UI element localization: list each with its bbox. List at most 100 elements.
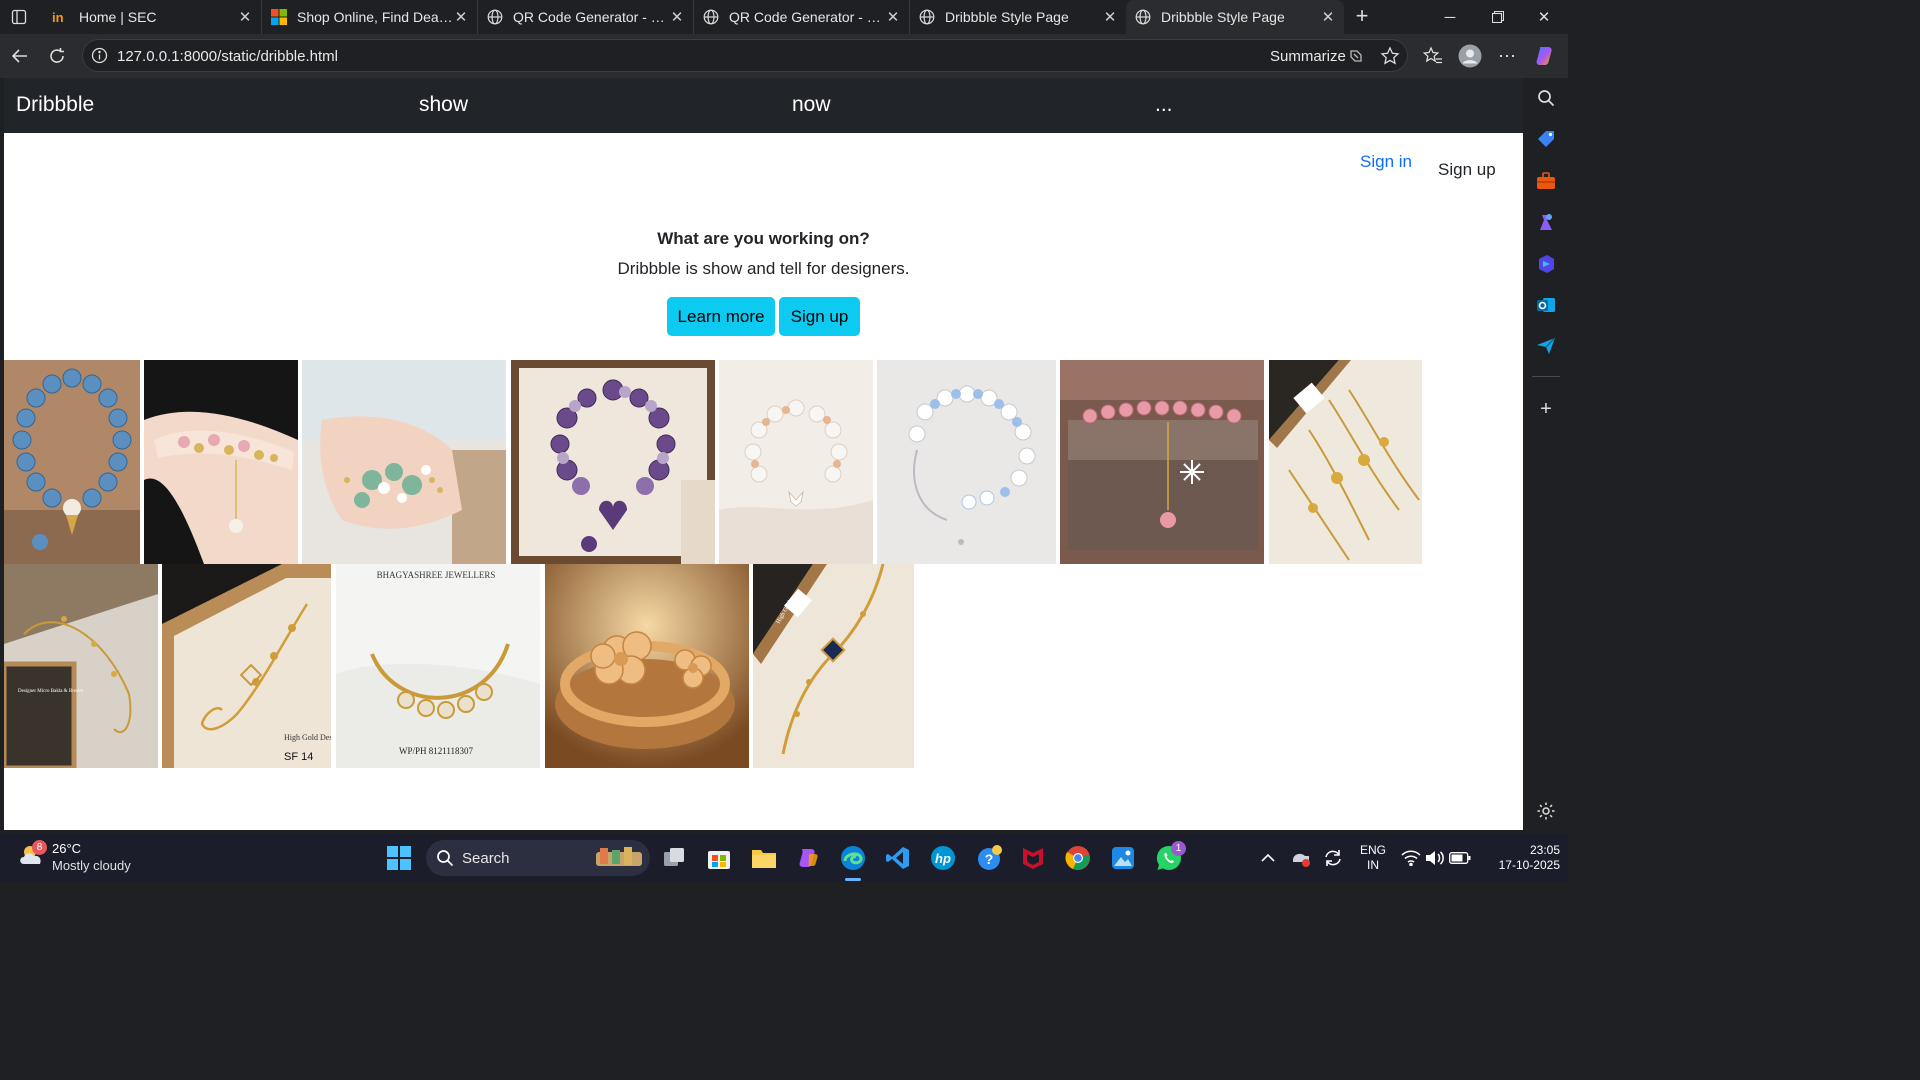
svg-text:Designer Micro Bakla & Breslet: Designer Micro Bakla & Breslet	[18, 689, 84, 694]
unstop-icon: in	[52, 8, 70, 26]
minimize-button[interactable]: ─	[1426, 0, 1474, 34]
chevron-up-icon[interactable]	[1253, 843, 1283, 873]
close-icon[interactable]: ✕	[237, 8, 253, 26]
svg-text:SF 14: SF 14	[284, 751, 313, 763]
tab-strip: in Home | SEC ✕ Shop Online, Find Deals,…	[0, 0, 1568, 34]
file-explorer-icon[interactable]	[749, 843, 779, 873]
gallery-image[interactable]	[545, 564, 749, 768]
microsoft-365-icon[interactable]	[1535, 253, 1557, 275]
photos-icon[interactable]	[1108, 843, 1138, 873]
gallery-image[interactable]: BHAGYASHREE JEWELLERS WP/PH 8121118307	[336, 564, 540, 768]
language-line2: IN	[1367, 858, 1379, 872]
vscode-icon[interactable]	[883, 843, 913, 873]
restore-button[interactable]	[1474, 0, 1522, 34]
mcafee-icon[interactable]	[1018, 843, 1048, 873]
chrome-icon[interactable]	[1063, 843, 1093, 873]
signup-link[interactable]: Sign up	[1438, 160, 1496, 180]
tab-shop-online[interactable]: Shop Online, Find Deals, and ✕	[262, 0, 478, 34]
gallery-image[interactable]: High Gold	[753, 564, 914, 768]
task-view-icon[interactable]	[660, 843, 690, 873]
gallery-image[interactable]	[877, 360, 1056, 564]
taskbar-search-box[interactable]: Search	[426, 840, 650, 876]
new-tab-button[interactable]: +	[1350, 5, 1374, 29]
reload-button[interactable]	[43, 42, 71, 70]
globe-icon	[918, 8, 936, 26]
games-icon[interactable]	[1535, 211, 1557, 233]
svg-text:High Gold Designer Breslet: High Gold Designer Breslet	[284, 733, 331, 742]
language-indicator[interactable]: ENG IN	[1357, 843, 1389, 873]
hero-signup-button[interactable]: Sign up	[779, 297, 860, 336]
edge-browser-icon[interactable]	[838, 843, 868, 873]
gallery-image[interactable]	[1060, 360, 1264, 564]
close-icon[interactable]: ✕	[1102, 8, 1118, 26]
gallery-image[interactable]	[511, 360, 715, 564]
settings-gear-icon[interactable]	[1535, 800, 1557, 822]
microsoft-store-icon[interactable]	[704, 843, 734, 873]
gallery-image[interactable]: High Gold Designer Breslet SF 14	[162, 564, 331, 768]
svg-text:WP/PH 8121118307: WP/PH 8121118307	[399, 746, 474, 756]
back-button[interactable]	[6, 42, 34, 70]
url-text[interactable]: 127.0.0.1:8000/static/dribble.html	[117, 48, 338, 65]
tab-title: Dribbble Style Page	[1161, 9, 1285, 25]
help-icon[interactable]: ?	[974, 843, 1004, 873]
tab-actions-icon[interactable]	[8, 7, 30, 27]
search-highlight-icon	[596, 846, 642, 875]
page-viewport: Dribbble show now ... Sign in Sign up Wh…	[4, 78, 1523, 830]
tab-dribbble-active[interactable]: Dribbble Style Page ✕	[1126, 0, 1344, 34]
copilot-app-icon[interactable]	[794, 843, 824, 873]
hero-title: What are you working on?	[657, 229, 870, 248]
close-icon[interactable]: ✕	[453, 8, 469, 26]
sync-tray-icon[interactable]	[1318, 843, 1348, 873]
gallery-image[interactable]	[4, 360, 140, 564]
gallery-image[interactable]	[144, 360, 298, 564]
add-sidebar-item-icon[interactable]: +	[1535, 398, 1557, 420]
tab-qr-generator-2[interactable]: QR Code Generator - SEC ✕	[694, 0, 910, 34]
nav-item-now[interactable]: now	[792, 93, 831, 117]
tab-dribbble-1[interactable]: Dribbble Style Page ✕	[910, 0, 1126, 34]
shopping-tag-icon[interactable]	[1535, 128, 1557, 150]
nav-item-more[interactable]: ...	[1155, 93, 1173, 117]
search-icon[interactable]	[1535, 87, 1557, 109]
gallery-image[interactable]: Designer Micro Bakla & Breslet	[4, 564, 158, 768]
microsoft-icon	[270, 8, 288, 26]
gallery-image[interactable]	[302, 360, 506, 564]
weather-temperature[interactable]: 26°C	[52, 841, 81, 856]
more-options-icon[interactable]: ⋯	[1494, 43, 1520, 69]
learn-more-button[interactable]: Learn more	[667, 297, 775, 336]
address-bar[interactable]: 127.0.0.1:8000/static/dribble.html Summa…	[82, 39, 1408, 72]
battery-icon[interactable]	[1445, 843, 1475, 873]
outlook-icon[interactable]	[1535, 294, 1557, 316]
nav-item-show[interactable]: show	[419, 93, 468, 117]
close-icon[interactable]: ✕	[885, 8, 901, 26]
signin-link[interactable]: Sign in	[1360, 152, 1412, 172]
brand-logo[interactable]: Dribbble	[16, 93, 94, 117]
site-info-icon[interactable]	[91, 47, 108, 69]
gallery-image[interactable]	[1269, 360, 1422, 564]
gallery-image[interactable]	[719, 360, 873, 564]
windows-taskbar: 8 26°C Mostly cloudy Search hp ? 1 ENG I…	[0, 834, 1568, 882]
system-clock[interactable]: 23:05 17-10-2025	[1480, 843, 1560, 873]
tab-home-sec[interactable]: in Home | SEC ✕	[44, 0, 262, 34]
weather-condition[interactable]: Mostly cloudy	[52, 858, 131, 873]
close-icon[interactable]: ✕	[1320, 8, 1336, 26]
favorites-icon[interactable]	[1420, 43, 1446, 69]
tab-title: Home | SEC	[79, 9, 157, 25]
profile-avatar-icon[interactable]	[1457, 43, 1483, 69]
windows-start-icon[interactable]	[384, 843, 414, 873]
edge-sidebar: +	[1524, 78, 1568, 830]
tab-qr-generator-1[interactable]: QR Code Generator - SEC ✕	[478, 0, 694, 34]
summarize-button[interactable]: Summarize	[1270, 48, 1346, 65]
browser-toolbar: 127.0.0.1:8000/static/dribble.html Summa…	[0, 34, 1568, 78]
send-icon[interactable]	[1535, 335, 1557, 357]
site-navbar: Dribbble show now ...	[4, 78, 1523, 133]
gallery-code: SF 14	[284, 751, 313, 763]
security-tray-icon[interactable]	[1286, 843, 1316, 873]
close-window-button[interactable]: ✕	[1520, 0, 1568, 34]
tools-briefcase-icon[interactable]	[1535, 170, 1557, 192]
close-icon[interactable]: ✕	[669, 8, 685, 26]
favorite-star-icon[interactable]	[1380, 46, 1400, 71]
copilot-icon[interactable]	[1533, 43, 1559, 69]
clock-time: 23:05	[1529, 843, 1560, 857]
copilot-summarize-icon[interactable]	[1347, 47, 1365, 70]
hp-icon[interactable]: hp	[928, 843, 958, 873]
